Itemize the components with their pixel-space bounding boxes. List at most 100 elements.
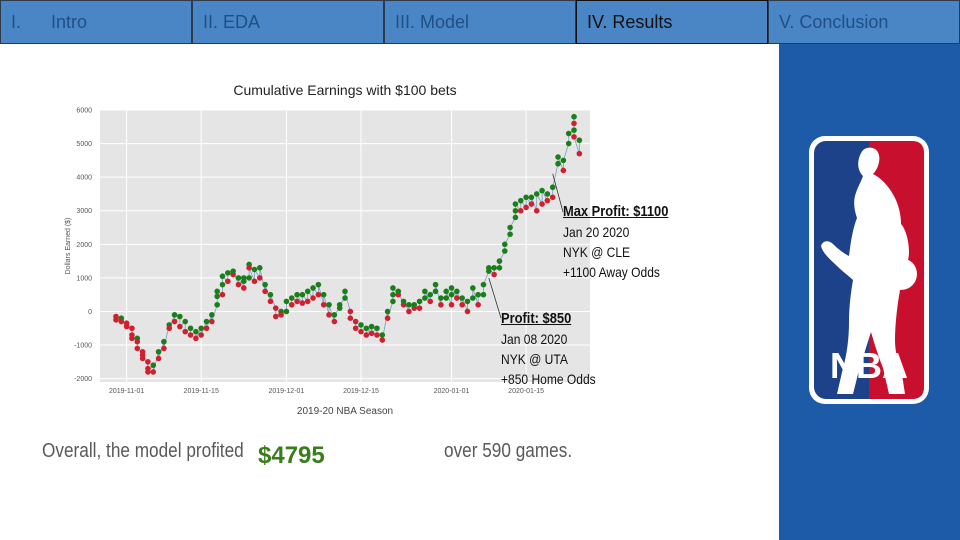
earnings-point [198, 325, 204, 332]
y-tick-label: 4000 [76, 175, 92, 182]
earnings-point [571, 120, 577, 127]
earnings-point [310, 285, 316, 291]
earnings-point [272, 305, 279, 311]
earnings-point [438, 295, 444, 301]
earnings-point [549, 184, 556, 191]
earnings-point [331, 318, 338, 325]
earnings-point [331, 312, 338, 318]
earnings-point [342, 295, 348, 301]
earnings-point [214, 288, 220, 295]
earnings-point [523, 204, 529, 211]
y-tick-label: 5000 [76, 141, 92, 148]
tab-intro-label: Intro [51, 12, 88, 32]
earnings-point [374, 332, 380, 338]
earnings-point [262, 281, 268, 288]
tab-model[interactable]: III. Model [384, 0, 576, 44]
earnings-point [390, 291, 396, 298]
tab-intro[interactable]: I. Intro [0, 0, 192, 44]
earnings-point [171, 312, 178, 318]
earnings-point [320, 301, 327, 308]
earnings-point [571, 134, 577, 140]
earnings-point [379, 337, 386, 343]
earnings-point [336, 301, 343, 308]
earnings-point [368, 323, 375, 330]
earnings-point [320, 291, 327, 298]
earnings-point [214, 293, 220, 300]
earnings-point [528, 194, 535, 201]
earnings-point [246, 275, 252, 281]
earnings-point [464, 308, 471, 315]
earnings-point [390, 298, 396, 305]
earnings-point [432, 288, 439, 295]
earnings-point [395, 288, 402, 295]
earnings-point [555, 160, 561, 167]
summary-profit-value: $4795 [258, 442, 325, 469]
earnings-point [118, 318, 125, 325]
earnings-point [171, 318, 178, 325]
earnings-point [480, 281, 487, 288]
earnings-point [129, 325, 135, 332]
earnings-point [256, 265, 263, 271]
earnings-point [278, 312, 284, 318]
x-tick-label: 2020-01-01 [434, 388, 470, 395]
earnings-point [230, 268, 236, 274]
earnings-point [182, 318, 189, 325]
tab-eda[interactable]: II. EDA [192, 0, 384, 44]
earnings-point [209, 318, 215, 325]
earnings-point [203, 318, 210, 325]
y-tick-label: 0 [88, 309, 92, 316]
earnings-point [507, 231, 513, 238]
max-profit-heading: Max Profit: $1100 [563, 203, 669, 220]
earnings-point [374, 325, 380, 332]
y-tick-label: -2000 [74, 376, 92, 383]
earnings-point [251, 278, 258, 285]
earnings-point [155, 355, 162, 362]
earnings-point [347, 308, 354, 315]
earnings-point [267, 298, 274, 305]
tab-results[interactable]: IV. Results [576, 0, 768, 44]
earnings-point [129, 335, 135, 342]
earnings-point [177, 323, 183, 330]
earnings-point [448, 285, 455, 291]
earnings-point [533, 207, 540, 214]
earnings-point [427, 291, 434, 298]
earnings-point [166, 325, 173, 332]
x-tick-label: 2019-12-01 [269, 388, 305, 395]
earnings-point [432, 281, 439, 288]
x-axis-label: 2019-20 NBA Season [297, 406, 393, 417]
earnings-point [406, 301, 412, 308]
earnings-point [384, 308, 391, 315]
earnings-point [299, 300, 306, 306]
earnings-point [235, 275, 242, 281]
earnings-point [315, 281, 322, 288]
earnings-point [134, 345, 141, 352]
earnings-point [187, 332, 194, 338]
earnings-point [145, 359, 151, 365]
earnings-point [139, 355, 146, 362]
earnings-point [294, 298, 300, 305]
earnings-point [123, 323, 130, 330]
earnings-point [219, 273, 226, 280]
earnings-point [454, 295, 460, 301]
earnings-point [209, 312, 215, 318]
earnings-point [560, 167, 567, 174]
earnings-point [150, 369, 157, 375]
x-tick-label: 2019-11-15 [184, 388, 219, 395]
earnings-point [443, 295, 449, 301]
earnings-point [486, 265, 492, 271]
earnings-point [501, 248, 508, 254]
earnings-point [470, 295, 476, 301]
x-tick-label: 2020-01-15 [508, 388, 544, 395]
profit-850-annotation: Profit: $850 Jan 08 2020 NYK @ UTA +850 … [501, 309, 596, 389]
earnings-point [315, 291, 322, 298]
y-tick-label: -1000 [74, 343, 92, 350]
earnings-point [161, 345, 167, 352]
summary-prefix: Overall, the model profited [42, 440, 244, 462]
y-tick-label: 6000 [76, 108, 92, 115]
earnings-point [219, 291, 226, 298]
earnings-point [326, 312, 332, 318]
tab-conclusion[interactable]: V. Conclusion [768, 0, 960, 44]
earnings-point [219, 281, 226, 288]
earnings-point [390, 285, 396, 291]
earnings-point [251, 266, 258, 273]
